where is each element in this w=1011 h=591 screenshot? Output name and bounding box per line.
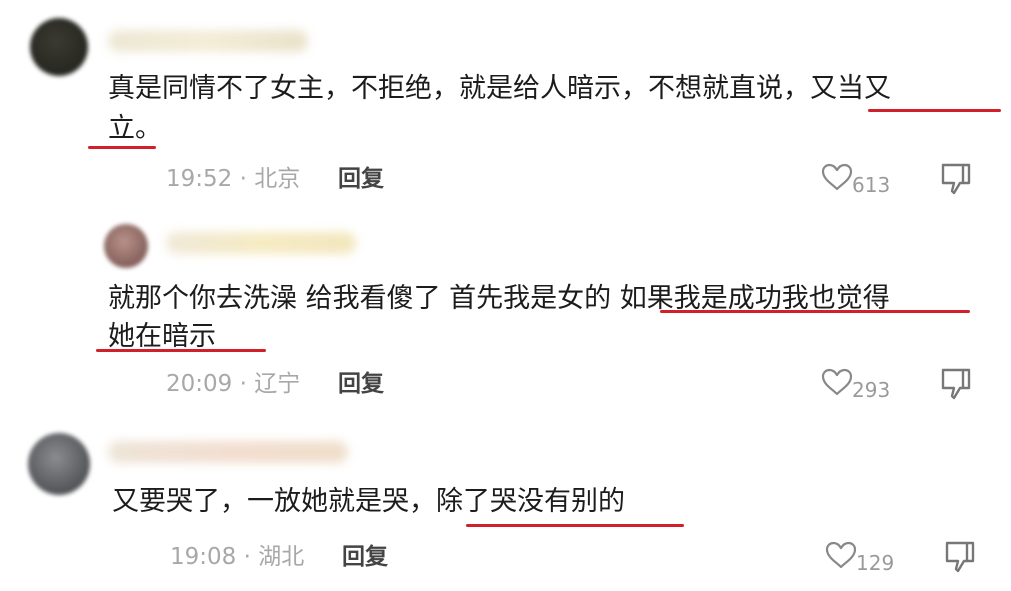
comment-location: 辽宁	[254, 371, 301, 397]
reply-button[interactable]: 回复	[338, 370, 384, 398]
highlight-underline	[868, 109, 1001, 112]
comment-text-line: 立。	[108, 113, 162, 144]
comment-item-2: 就那个你去洗澡 给我看傻了 首先我是女的 如果我是成功我也觉得 她在暗示 20:…	[0, 210, 1011, 410]
comment-meta: 19:08 · 湖北	[170, 543, 304, 571]
highlight-underline	[466, 524, 684, 527]
thumbs-down-outline-icon	[941, 163, 971, 195]
comment-location: 湖北	[258, 544, 305, 570]
heart-outline-icon	[825, 541, 857, 569]
username-blurred[interactable]	[166, 232, 356, 254]
reply-button[interactable]: 回复	[338, 165, 384, 193]
like-count: 293	[852, 378, 891, 402]
comment-item-1: 真是同情不了女主，不拒绝，就是给人暗示，不想就直说，又当又 立。 19:52 ·…	[0, 0, 1011, 200]
comment-item-3: 又要哭了，一放她就是哭，除了哭没有别的 19:08 · 湖北 回复 129	[0, 415, 1011, 591]
dislike-button[interactable]	[938, 160, 978, 200]
comment-time: 19:08	[170, 544, 237, 570]
thumbs-down-outline-icon	[941, 368, 971, 400]
avatar[interactable]	[104, 224, 148, 268]
like-button[interactable]: 129	[824, 538, 904, 578]
avatar[interactable]	[28, 433, 90, 495]
avatar[interactable]	[30, 18, 88, 76]
comment-time: 20:09	[166, 371, 233, 397]
comment-text-line: 真是同情不了女主，不拒绝，就是给人暗示，不想就直说，又当又	[108, 73, 891, 104]
heart-outline-icon	[821, 368, 853, 396]
meta-separator: ·	[239, 371, 247, 397]
reply-button[interactable]: 回复	[342, 543, 388, 571]
comment-time: 19:52	[166, 166, 233, 192]
thumbs-down-outline-icon	[945, 541, 975, 573]
comment-text-line: 又要哭了，一放她就是哭，除了哭没有别的	[112, 486, 625, 517]
like-button[interactable]: 293	[820, 365, 900, 405]
comment-meta: 19:52 · 北京	[166, 165, 300, 193]
dislike-button[interactable]	[942, 538, 982, 578]
like-count: 613	[852, 173, 891, 197]
meta-separator: ·	[239, 166, 247, 192]
comment-location: 北京	[254, 166, 301, 192]
highlight-underline	[96, 349, 266, 352]
username-blurred[interactable]	[108, 441, 348, 463]
highlight-underline	[660, 310, 970, 313]
username-blurred[interactable]	[108, 30, 308, 52]
meta-separator: ·	[243, 544, 251, 570]
dislike-button[interactable]	[938, 365, 978, 405]
highlight-underline	[88, 146, 156, 149]
heart-outline-icon	[821, 163, 853, 191]
comment-meta: 20:09 · 辽宁	[166, 370, 300, 398]
like-count: 129	[856, 551, 895, 575]
like-button[interactable]: 613	[820, 160, 900, 200]
